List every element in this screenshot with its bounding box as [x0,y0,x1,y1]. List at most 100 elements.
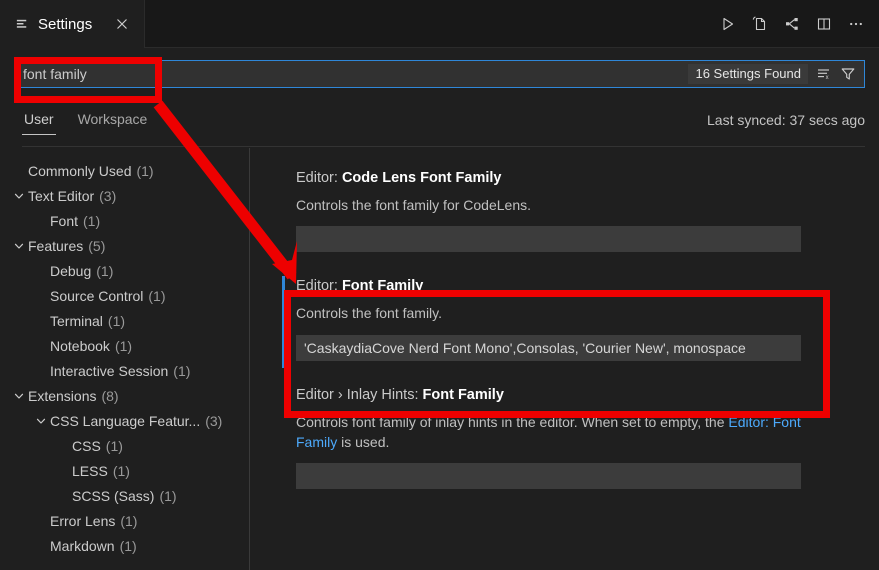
toc-indent-spacer [32,262,50,280]
tab-bar-spacer [145,0,713,47]
settings-body: Commonly Used (1) Text Editor (3) Font (1) Fea… [0,148,879,570]
toc-item-count: (1) [119,537,137,554]
toc-item-label: Markdown [50,537,115,554]
toc-item-count: (1) [114,337,133,354]
toc-indent-spacer [10,162,28,180]
tab-label: Settings [38,15,93,33]
toc-item-label: Debug [50,262,92,279]
toc-item[interactable]: Font (1) [0,208,249,233]
tab-settings[interactable]: Settings [0,0,146,48]
scope-tabs: User Workspace [14,100,157,135]
toc-item[interactable]: Debug (1) [0,258,249,283]
setting-item: Editor › Inlay Hints: Font Family Control… [296,387,839,490]
setting-name: Code Lens Font Family [341,170,502,186]
setting-name: Font Family [341,278,424,295]
chevron-down-icon[interactable] [10,387,28,405]
setting-name: Font Family [422,386,504,403]
toc-item-label: CSS [72,437,101,454]
toc-item[interactable]: Extensions (8) [0,383,249,408]
setting-title: Editor › Inlay Hints: Font Family [296,387,839,403]
toc-item-count: (5) [88,237,106,254]
clear-filters-icon[interactable]: x [812,62,836,86]
toc-item-label: SCSS (Sass) [72,487,155,504]
filter-icon[interactable] [836,62,860,86]
setting-value-input[interactable] [296,334,801,361]
settings-search-box[interactable]: 16 Settings Found x [14,60,865,88]
toc-item[interactable]: Source Control (1) [0,283,249,308]
toc-item-label: Extensions [28,387,97,404]
setting-item: Editor: Font Family Controls the font fam… [282,276,839,369]
toc-indent-spacer [32,537,50,555]
new-file-icon[interactable] [745,9,775,39]
toc-item-count: (8) [101,387,119,404]
svg-text:x: x [826,75,829,81]
run-icon[interactable] [713,9,743,39]
toc-item-label: Font [50,212,79,229]
close-icon[interactable] [112,14,132,34]
setting-category-prefix: Editor: [296,170,342,186]
chevron-down-icon[interactable] [10,187,28,205]
toc-item-count: (1) [112,462,130,479]
toc-item-count: (1) [107,312,126,329]
toc-item-count: (3) [99,187,117,204]
setting-value-input[interactable] [296,463,801,490]
toc-indent-spacer [32,312,50,330]
chevron-down-icon[interactable] [10,237,28,255]
toc-item[interactable]: SCSS (Sass) (1) [0,483,249,508]
toc-item[interactable]: Commonly Used (1) [0,158,249,183]
toc-item-label: Text Editor [28,187,95,204]
toc-item-label: Notebook [50,337,110,354]
toc-item[interactable]: LESS (1) [0,458,249,483]
toc-item[interactable]: Interactive Session (1) [0,358,249,383]
setting-title: Editor: Code Lens Font Family [296,170,839,186]
toc-indent-spacer [54,487,72,505]
toc-item[interactable]: Error Lens (1) [0,508,249,533]
toc-item-count: (1) [96,262,114,279]
setting-category-prefix: Editor › Inlay Hints: [296,386,423,403]
editor-actions [713,0,879,47]
toc-indent-spacer [32,362,50,380]
settings-editor-window: Settings font family 16 Settings Found x… [0,0,879,570]
toc-indent-spacer [32,212,50,230]
toc-item[interactable]: Markdown (1) [0,533,249,558]
toc-item[interactable]: Text Editor (3) [0,183,249,208]
chevron-down-icon[interactable] [32,412,50,430]
scope-tab-workspace[interactable]: Workspace [68,108,158,135]
toc-item-label: LESS [72,462,108,479]
toc-item[interactable]: Notebook (1) [0,333,249,358]
toc-item-count: (1) [120,512,138,529]
toc-indent-spacer [32,337,50,355]
setting-description-text: Controls font family of inlay hints in t… [296,413,729,430]
toc-item[interactable]: CSS Language Featur... (3) [0,408,249,433]
toc-item-label: CSS Language Featur... [50,412,201,429]
toc-item-label: Terminal [50,312,103,329]
split-branch-icon[interactable] [777,9,807,39]
setting-description-text: is used. [337,433,390,450]
setting-description: Controls the font family for CodeLens. [296,197,532,213]
search-input[interactable] [23,62,689,86]
more-actions-icon[interactable] [841,9,871,39]
toc-item-count: (1) [105,437,123,454]
results-count-badge: 16 Settings Found [688,64,808,84]
settings-list[interactable]: Editor: Code Lens Font Family Controls th… [250,148,879,570]
scope-tab-user[interactable]: User [14,108,64,135]
toc-item-count: (1) [148,287,166,304]
toc-item-label: Commonly Used [28,162,132,179]
toc-item-label: Features [28,237,84,254]
setting-item: Editor: Code Lens Font Family Controls th… [296,170,839,253]
scope-divider [22,146,865,147]
toc-item[interactable]: Features (5) [0,233,249,258]
sync-status-label: Last synced: 37 secs ago [707,112,865,128]
toc-item[interactable]: CSS (1) [0,433,249,458]
toc-item-count: (1) [136,162,154,179]
toc-indent-spacer [32,512,50,530]
settings-list-icon [14,16,30,32]
split-editor-icon[interactable] [809,9,839,39]
toc-item-label: Error Lens [50,512,116,529]
toc-indent-spacer [54,437,72,455]
setting-category-prefix: Editor: [296,278,342,295]
setting-value-input[interactable] [296,226,801,253]
toc-item-count: (3) [205,412,223,429]
toc-item[interactable]: Terminal (1) [0,308,249,333]
settings-toc[interactable]: Commonly Used (1) Text Editor (3) Font (1) Fea… [0,148,250,570]
